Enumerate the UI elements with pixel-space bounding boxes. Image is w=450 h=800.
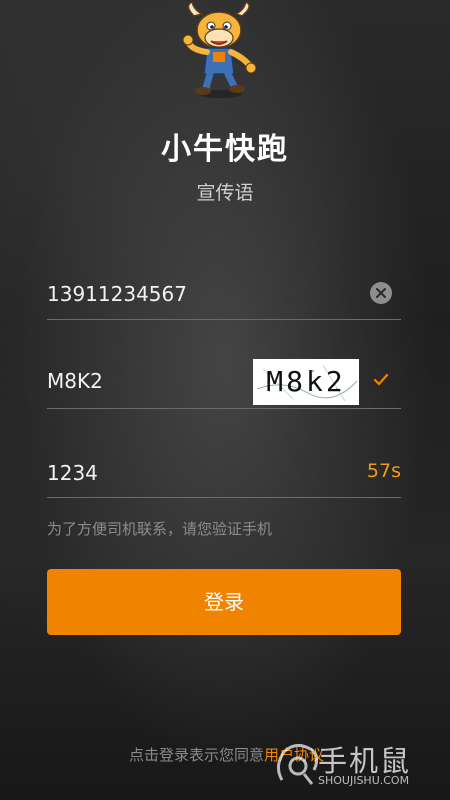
sms-code-divider xyxy=(47,497,401,498)
captcha-field[interactable]: M8K2 M8k2 xyxy=(47,359,401,409)
captcha-image-text: M8k2 xyxy=(266,365,346,398)
phone-input[interactable]: 13911234567 xyxy=(47,282,187,306)
captcha-image[interactable]: M8k2 xyxy=(253,359,359,405)
mascot-logo xyxy=(182,2,257,98)
watermark-url: SHOUJISHU.COM xyxy=(318,774,410,787)
slogan: 宣传语 xyxy=(196,182,254,204)
login-button[interactable]: 登录 xyxy=(47,569,401,635)
agreement-label: 点击登录表示您同意 xyxy=(129,746,265,764)
sms-code-input[interactable]: 1234 xyxy=(47,461,98,485)
resend-countdown: 57s xyxy=(366,460,401,482)
captcha-input[interactable]: M8K2 xyxy=(47,369,103,393)
verify-hint: 为了方便司机联系，请您验证手机 xyxy=(47,520,273,538)
phone-divider xyxy=(47,319,401,320)
captcha-divider xyxy=(47,408,401,409)
check-icon xyxy=(373,373,389,386)
clear-icon[interactable] xyxy=(370,282,392,304)
sms-code-field[interactable]: 1234 57s xyxy=(47,448,401,498)
app-title: 小牛快跑 xyxy=(161,132,289,167)
phone-field[interactable]: 13911234567 xyxy=(47,270,401,320)
